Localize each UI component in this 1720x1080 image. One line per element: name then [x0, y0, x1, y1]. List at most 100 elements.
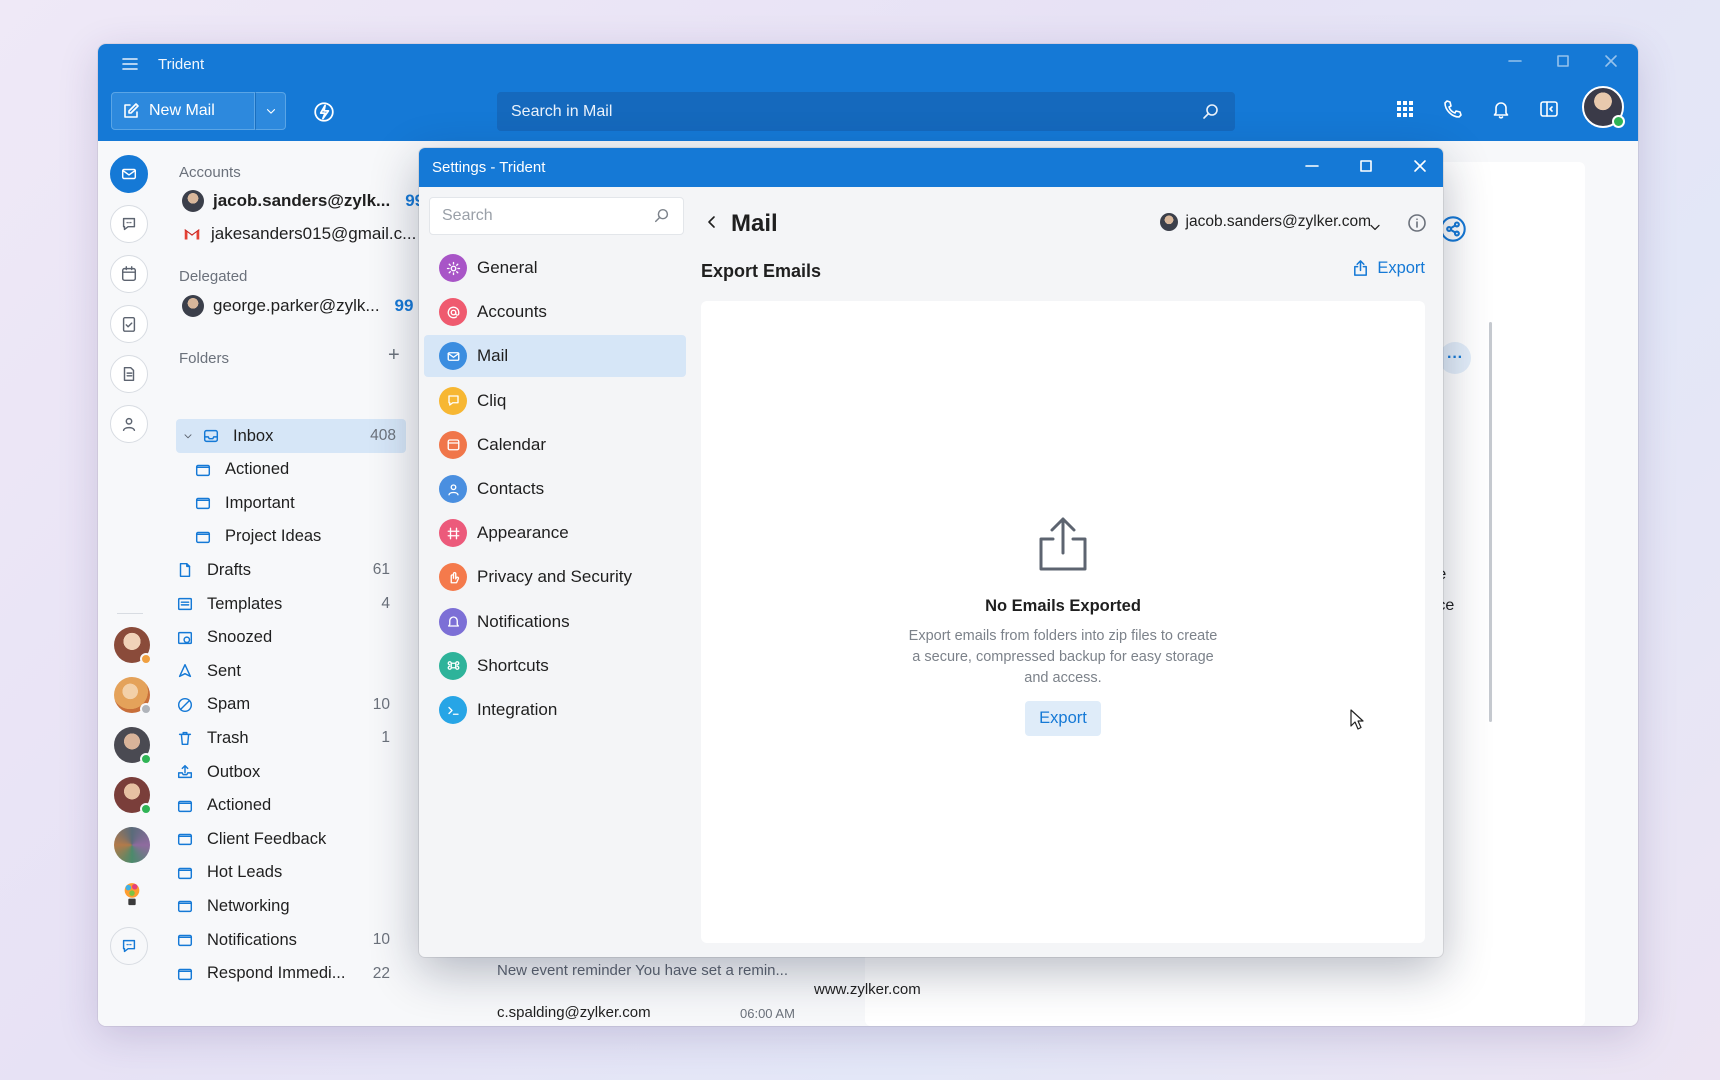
- folder-item[interactable]: Sent: [176, 654, 400, 688]
- settings-search-input[interactable]: Search: [429, 197, 684, 235]
- scrollbar[interactable]: [1489, 322, 1492, 722]
- dialog-title-bar: Settings - Trident: [419, 148, 1443, 187]
- quick-actions-icon[interactable]: [313, 101, 335, 123]
- notes-icon: [123, 366, 135, 382]
- chevron-down-icon[interactable]: [182, 430, 194, 442]
- export-header-button[interactable]: Export: [1351, 259, 1425, 278]
- rail-feedback-button[interactable]: [110, 927, 148, 965]
- header-actions: [1394, 98, 1560, 120]
- contact-avatar[interactable]: [114, 627, 152, 665]
- settings-nav-label: Calendar: [477, 434, 546, 454]
- folder-name: Notifications: [207, 930, 297, 949]
- minimize-icon[interactable]: [1303, 157, 1321, 175]
- more-actions-button[interactable]: ···: [1439, 342, 1471, 374]
- folder-icon: [195, 464, 211, 476]
- empty-title: No Emails Exported: [985, 597, 1141, 615]
- folder-item[interactable]: Actioned: [194, 453, 400, 487]
- delegated-account-item[interactable]: george.parker@zylk... 99: [182, 295, 413, 317]
- account-selector[interactable]: jacob.sanders@zylker.com: [1159, 213, 1371, 231]
- folder-item[interactable]: Spam 10: [176, 688, 400, 722]
- close-icon[interactable]: [1602, 52, 1620, 70]
- panel-toggle-icon[interactable]: [1538, 98, 1560, 120]
- search-icon[interactable]: [1201, 102, 1221, 122]
- folder-name: Inbox: [233, 426, 274, 445]
- settings-nav-contacts[interactable]: Contacts: [424, 468, 686, 510]
- add-folder-button[interactable]: +: [388, 344, 400, 367]
- settings-nav-shortcuts[interactable]: Shortcuts: [424, 645, 686, 687]
- rail-tasks-button[interactable]: [110, 305, 148, 343]
- folder-item[interactable]: Project Ideas: [194, 520, 400, 554]
- contact-avatar[interactable]: [114, 727, 152, 765]
- bot-avatar[interactable]: [114, 877, 150, 913]
- folder-item[interactable]: Templates 4: [176, 587, 400, 621]
- folder-count: 22: [372, 964, 390, 982]
- mouse-cursor-icon: [1350, 709, 1364, 730]
- minimize-icon[interactable]: [1506, 52, 1524, 70]
- maximize-icon[interactable]: [1554, 52, 1572, 70]
- folder-item[interactable]: Drafts 61: [176, 553, 400, 587]
- settings-nav-general[interactable]: General: [424, 247, 686, 289]
- folder-item[interactable]: Trash 1: [176, 721, 400, 755]
- hamburger-menu-icon[interactable]: [120, 54, 140, 74]
- settings-nav-calendar[interactable]: Calendar: [424, 424, 686, 466]
- folder-name: Important: [225, 493, 295, 512]
- settings-nav-privacy-and-security[interactable]: Privacy and Security: [424, 556, 686, 598]
- close-icon[interactable]: [1411, 157, 1429, 175]
- folder-item[interactable]: Outbox: [176, 755, 400, 789]
- folder-item[interactable]: Notifications 10: [176, 923, 400, 957]
- gmail-icon: [184, 229, 200, 240]
- new-mail-button[interactable]: New Mail: [111, 92, 255, 130]
- folder-item[interactable]: Snoozed: [176, 621, 400, 655]
- new-mail-dropdown[interactable]: [255, 92, 286, 130]
- settings-dialog: Settings - Trident Search General Account…: [419, 148, 1443, 957]
- chevron-down-icon[interactable]: [1367, 219, 1383, 235]
- account-item[interactable]: jakesanders015@gmail.c...: [182, 224, 416, 244]
- back-button[interactable]: [703, 213, 721, 231]
- phone-icon[interactable]: [1442, 98, 1464, 120]
- account-item[interactable]: jacob.sanders@zylk... 99: [182, 190, 424, 212]
- folder-item[interactable]: Respond Immedi... 22: [176, 957, 400, 991]
- settings-nav-integration[interactable]: Integration: [424, 689, 686, 731]
- rail-chat-button[interactable]: [110, 205, 148, 243]
- person-icon: [439, 475, 467, 503]
- maximize-icon[interactable]: [1357, 157, 1375, 175]
- settings-nav-notifications[interactable]: Notifications: [424, 601, 686, 643]
- folder-item[interactable]: Important: [194, 486, 400, 520]
- folder-item-inbox[interactable]: Inbox 408: [176, 419, 406, 453]
- bell-icon[interactable]: [1490, 98, 1512, 120]
- accounts-heading: Accounts: [179, 164, 241, 181]
- account-email: jakesanders015@gmail.c...: [211, 224, 417, 243]
- share-icon[interactable]: [1440, 216, 1466, 242]
- folder-item[interactable]: Client Feedback: [176, 822, 400, 856]
- rail-calendar-button[interactable]: [110, 255, 148, 293]
- mail-snippet: New event reminder You have set a remin.…: [497, 962, 788, 979]
- app-rail: [98, 141, 160, 1026]
- dialog-window-controls: [1303, 157, 1429, 175]
- settings-nav-label: Contacts: [477, 479, 545, 498]
- rail-notes-button[interactable]: [110, 355, 148, 393]
- info-button[interactable]: [1407, 213, 1427, 233]
- settings-nav-accounts[interactable]: Accounts: [424, 291, 686, 333]
- footer-link[interactable]: www.zylker.com: [814, 981, 921, 998]
- contact-avatar[interactable]: [114, 677, 152, 715]
- settings-nav-label: Notifications: [477, 611, 570, 631]
- settings-nav-appearance[interactable]: Appearance: [424, 512, 686, 554]
- settings-nav-cliq[interactable]: Cliq: [424, 380, 686, 422]
- settings-nav-mail[interactable]: Mail: [424, 335, 686, 378]
- group-avatar[interactable]: [114, 827, 150, 863]
- search-bar[interactable]: Search in Mail: [497, 92, 1235, 131]
- section-title: Export Emails: [701, 261, 822, 281]
- rail-mail-button[interactable]: [110, 155, 148, 193]
- apps-grid-icon[interactable]: [1394, 98, 1416, 120]
- folder-count: 4: [381, 595, 390, 612]
- rail-contacts-button[interactable]: [110, 405, 148, 443]
- export-button[interactable]: Export: [1025, 701, 1101, 736]
- search-icon[interactable]: [653, 207, 671, 225]
- calendar-icon: [121, 266, 137, 282]
- settings-nav-label: Accounts: [477, 302, 547, 322]
- folder-item[interactable]: Hot Leads: [176, 856, 400, 890]
- folder-item[interactable]: Actioned: [176, 789, 400, 823]
- user-avatar[interactable]: [1582, 86, 1625, 128]
- contact-avatar[interactable]: [114, 777, 152, 815]
- folder-item[interactable]: Networking: [176, 889, 400, 923]
